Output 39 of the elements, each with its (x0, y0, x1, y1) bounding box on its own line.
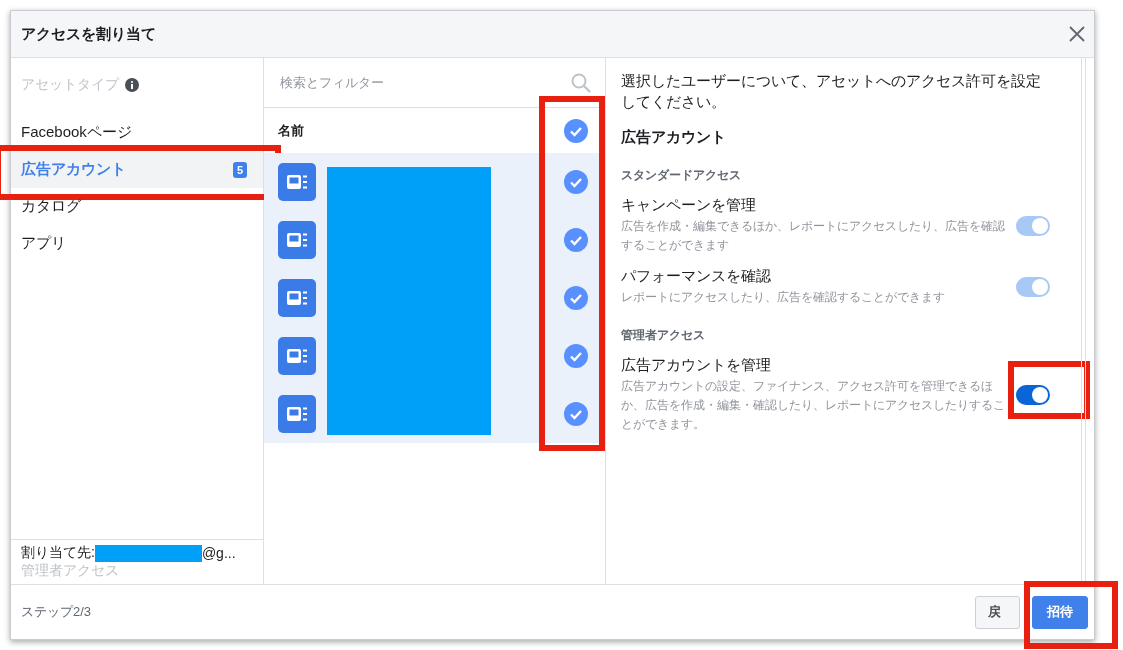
permission-description: 広告アカウントの設定、ファイナンス、アクセス許可を管理できるほか、広告を作成・編集・確認したり、レポートにアクセスしたりすることができます。 (621, 378, 1006, 433)
permission-name: パフォーマンスを確認 (621, 267, 772, 286)
ad-account-icon (278, 337, 316, 375)
back-button[interactable]: 戻 (975, 595, 1020, 629)
sidebar-item[interactable]: カタログ (11, 188, 263, 225)
ad-account-icon (278, 395, 316, 433)
assignee-role: 管理者アクセス (21, 562, 120, 580)
assignee-email: @g... (201, 545, 236, 561)
toggle-switch[interactable] (1016, 385, 1050, 405)
row-checkbox[interactable] (564, 344, 588, 368)
permission-name: キャンペーンを管理 (621, 196, 757, 215)
ad-account-icon (278, 163, 316, 201)
row-checkbox[interactable] (564, 228, 588, 252)
dialog-title: アクセスを割り当て (21, 24, 156, 44)
permission-description: レポートにアクセスしたり、広告を確認することができます (621, 289, 946, 306)
step-indicator: ステップ2/3 (21, 603, 92, 621)
row-checkbox[interactable] (564, 170, 588, 194)
row-checkbox[interactable] (564, 402, 588, 426)
invite-button[interactable]: 招待 (1032, 595, 1088, 629)
row-checkbox[interactable] (564, 286, 588, 310)
permission-name: 広告アカウントを管理 (621, 356, 772, 375)
group-heading: 管理者アクセス (621, 327, 706, 344)
section-heading: アセットタイプ (21, 76, 119, 94)
section-title: 広告アカウント (621, 128, 727, 147)
sidebar-item[interactable]: アプリ (11, 225, 263, 262)
group-heading: スタンダードアクセス (621, 167, 742, 184)
sidebar-item[interactable]: Facebookページ (11, 114, 263, 151)
ad-account-icon (278, 279, 316, 317)
search-field[interactable]: 検索とフィルター (278, 74, 565, 91)
column-header: 名前 (278, 121, 304, 140)
close-icon[interactable] (1069, 26, 1085, 42)
assignee-label: 割り当て先: (21, 544, 95, 562)
select-all-checkbox[interactable] (564, 118, 588, 143)
intro-text: 選択したユーザーについて、アセットへのアクセス許可を設定してください。 (621, 71, 1042, 112)
search-icon (571, 72, 591, 93)
sidebar-item[interactable]: 広告アカウント 5 (11, 151, 263, 188)
permission-description: 広告を作成・編集できるほか、レポートにアクセスしたり、広告を確認することができます (621, 218, 1006, 254)
ad-account-icon (278, 221, 316, 259)
info-icon (125, 78, 139, 92)
